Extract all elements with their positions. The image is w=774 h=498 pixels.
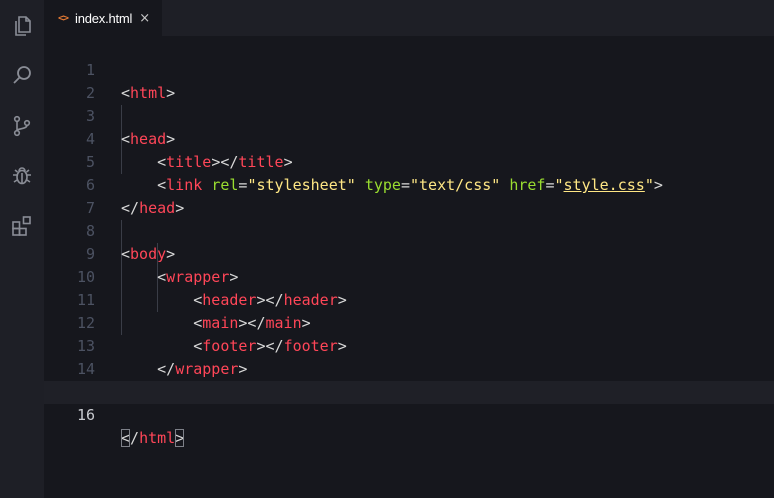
- activity-bar: [0, 0, 44, 498]
- code-line: 11 <main></main>: [44, 266, 774, 332]
- code-line: 12 <footer></footer>: [44, 289, 774, 355]
- code-line: 6 </head>: [44, 151, 774, 217]
- code-line: 14 </body>: [44, 335, 774, 401]
- code-line: 8 <body>: [44, 197, 774, 263]
- tab-bar: <> index.html ×: [44, 0, 774, 36]
- close-icon[interactable]: ×: [139, 12, 150, 25]
- tab-index-html[interactable]: <> index.html ×: [44, 0, 162, 36]
- matching-bracket: <: [121, 429, 131, 447]
- code-editor[interactable]: 1 <html> 2 3 <head> 4 <title></title> 5 …: [44, 36, 774, 498]
- code-line: 9 <wrapper>: [44, 220, 774, 286]
- html-file-icon: <>: [58, 12, 69, 24]
- code-line: 3 <head>: [44, 82, 774, 148]
- code-line: 5 <link rel="stylesheet" type="text/css"…: [44, 128, 774, 194]
- code-line: 4 <title></title>: [44, 105, 774, 171]
- files-icon[interactable]: [6, 10, 38, 42]
- active-code-line: 16 </html>: [44, 381, 774, 447]
- code-line: 1 <html>: [44, 36, 774, 102]
- extensions-icon[interactable]: [6, 210, 38, 242]
- code-line: 15: [44, 358, 774, 401]
- code-line: 2: [44, 59, 774, 102]
- code-line: 13 </wrapper>: [44, 312, 774, 378]
- code-line: 10 <header></header>: [44, 243, 774, 309]
- debug-icon[interactable]: [6, 160, 38, 192]
- source-control-icon[interactable]: [6, 110, 38, 142]
- search-icon[interactable]: [6, 59, 38, 91]
- code-line: 7: [44, 174, 774, 217]
- line-number: 16: [76, 406, 95, 424]
- tab-label: index.html: [75, 10, 133, 26]
- tag-name: html: [139, 429, 176, 447]
- matching-bracket: >: [175, 429, 185, 447]
